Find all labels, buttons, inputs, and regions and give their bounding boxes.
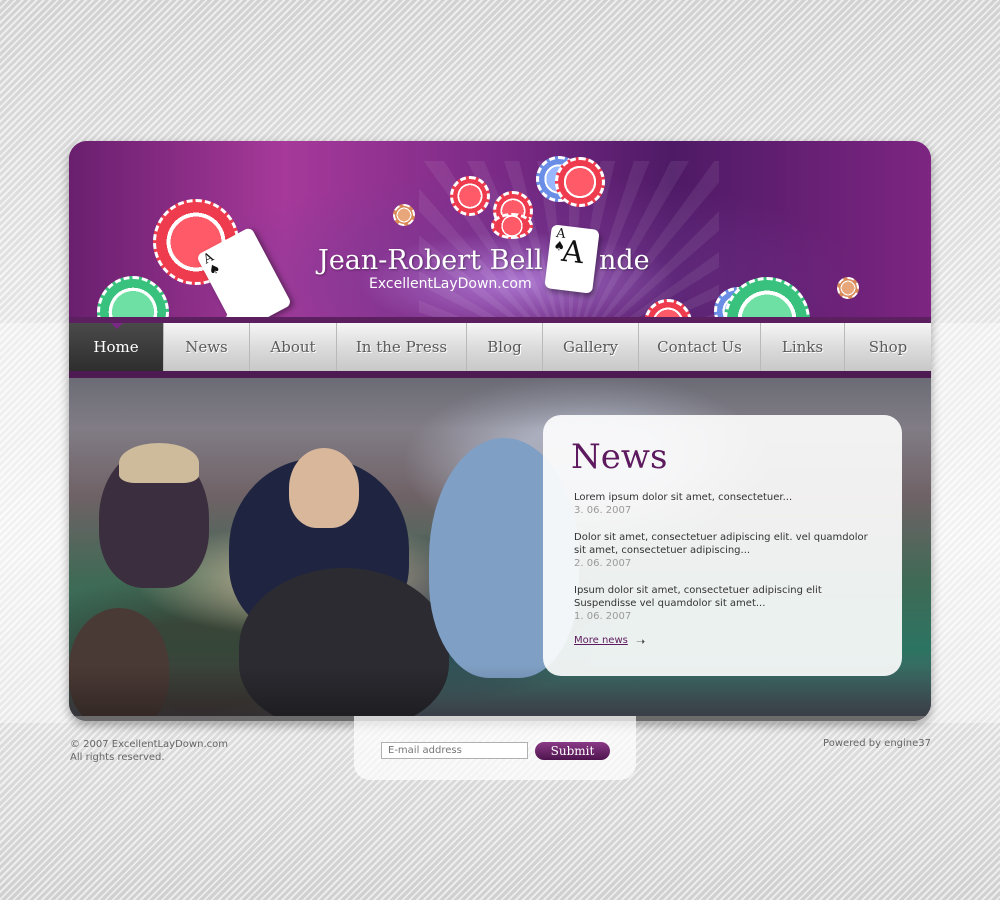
- nav-item-blog[interactable]: Blog: [467, 323, 543, 371]
- news-date: 2. 06. 2007: [574, 558, 632, 569]
- poker-chip-icon: [393, 204, 415, 226]
- news-item-link[interactable]: Lorem ipsum dolor sit amet, consectetuer…: [574, 491, 879, 504]
- nav-item-about[interactable]: About: [250, 323, 337, 371]
- news-date: 1. 06. 2007: [574, 611, 632, 622]
- site-title-ace-letter: A: [559, 233, 586, 272]
- site-url: ExcellentLayDown.com: [369, 276, 532, 292]
- powered-by: Powered by engine37: [823, 738, 931, 749]
- nav-item-contact-us[interactable]: Contact Us: [639, 323, 761, 371]
- more-news-link[interactable]: More news: [574, 635, 628, 646]
- header-banner: A ♠ Jean-Robert Bell nde A ♠ A ExcellentLa…: [69, 141, 931, 363]
- nav-item-home[interactable]: Home: [69, 323, 164, 371]
- nav-item-shop[interactable]: Shop: [845, 323, 931, 371]
- nav-item-news[interactable]: News: [164, 323, 250, 371]
- poker-chip-icon: [491, 213, 533, 239]
- poker-chip-icon: [555, 157, 605, 207]
- site-title: Jean-Robert Bell nde: [318, 245, 650, 276]
- news-date: 3. 06. 2007: [574, 505, 632, 516]
- nav-divider: [69, 371, 931, 378]
- news-item-link[interactable]: Dolor sit amet, consectetuer adipiscing …: [574, 531, 879, 557]
- site-container: A ♠ Jean-Robert Bell nde A ♠ A ExcellentLa…: [69, 141, 931, 721]
- site-title-part2: nde: [599, 245, 650, 276]
- footer-copyright: © 2007 ExcellentLayDown.com All rights r…: [70, 738, 228, 764]
- arrow-right-icon[interactable]: ➝: [636, 635, 645, 648]
- site-title-part1: Jean-Robert Bell: [318, 245, 543, 276]
- news-panel: News Lorem ipsum dolor sit amet, consect…: [543, 415, 902, 676]
- copyright-line: © 2007 ExcellentLayDown.com: [70, 739, 228, 750]
- nav-item-gallery[interactable]: Gallery: [543, 323, 639, 371]
- poker-chip-icon: [450, 176, 490, 216]
- rights-line: All rights reserved.: [70, 752, 165, 763]
- email-field[interactable]: [381, 742, 528, 759]
- news-item-link[interactable]: Ipsum dolor sit amet, consectetuer adipi…: [574, 584, 879, 610]
- news-item: Dolor sit amet, consectetuer adipiscing …: [574, 531, 879, 570]
- submit-button[interactable]: Submit: [535, 742, 610, 760]
- main-nav: Home News About In the Press Blog Galler…: [69, 323, 931, 371]
- nav-item-links[interactable]: Links: [761, 323, 845, 371]
- nav-item-in-the-press[interactable]: In the Press: [337, 323, 467, 371]
- news-item: Lorem ipsum dolor sit amet, consectetuer…: [574, 491, 879, 517]
- newsletter-form: Submit: [354, 716, 636, 780]
- news-item: Ipsum dolor sit amet, consectetuer adipi…: [574, 584, 879, 623]
- poker-chip-icon: [837, 277, 859, 299]
- ace-of-spades-icon: A ♠ A: [544, 224, 600, 294]
- news-heading: News: [571, 437, 668, 477]
